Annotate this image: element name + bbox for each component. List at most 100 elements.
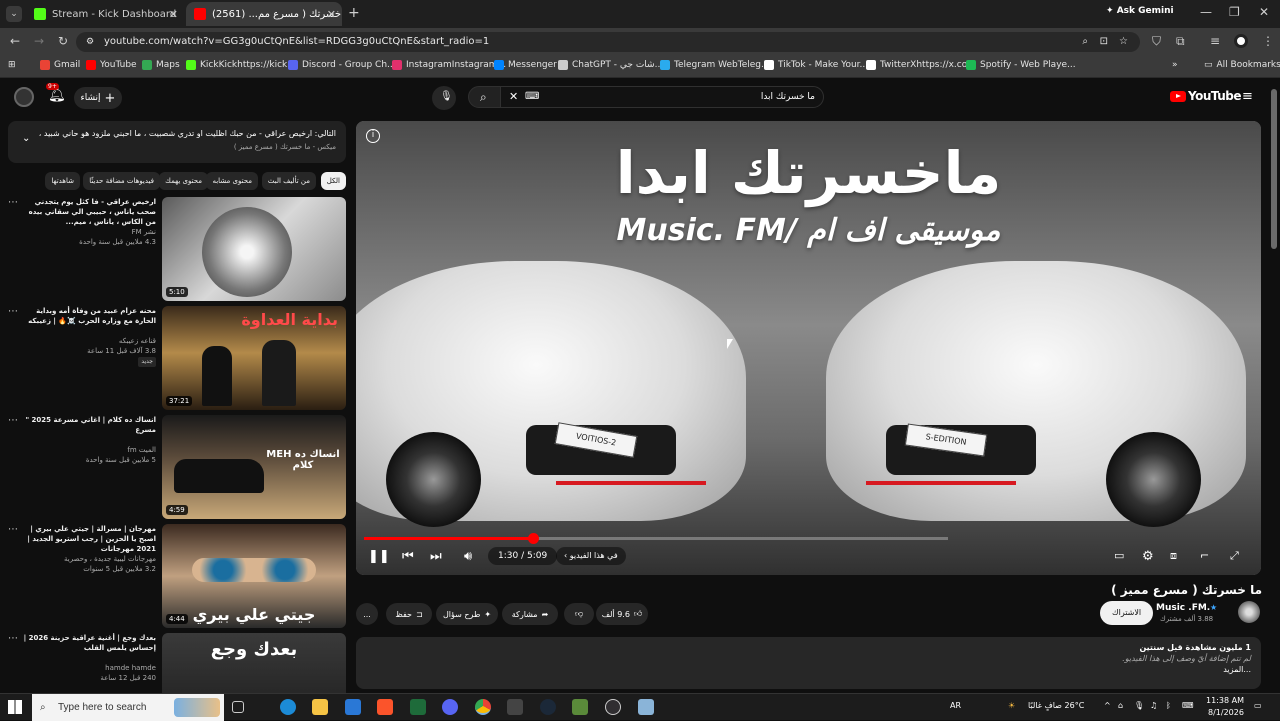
forward-icon[interactable]: →: [34, 35, 44, 47]
clock-date[interactable]: 8/1/2026: [1208, 708, 1244, 717]
video-thumbnail[interactable]: بعدك وجع: [162, 633, 346, 693]
bookmarks-overflow-icon[interactable]: »: [1172, 60, 1178, 70]
clear-search-icon[interactable]: ✕: [509, 87, 518, 107]
previous-icon[interactable]: ⏮︎: [402, 549, 414, 564]
account-avatar[interactable]: [14, 87, 34, 107]
more-options-icon[interactable]: ⋯: [8, 524, 18, 535]
progress-bar[interactable]: [364, 533, 948, 544]
minimize-button[interactable]: —: [1200, 6, 1212, 18]
bookmark-chatgpt[interactable]: ChatGPT - شات جي...: [558, 60, 663, 70]
tray-chevron-icon[interactable]: ^: [1104, 701, 1111, 710]
more-options-icon[interactable]: ⋯: [8, 306, 18, 317]
headset-icon[interactable]: ♫: [1150, 701, 1157, 710]
weather-icon[interactable]: ☀: [1008, 701, 1015, 710]
app-icon[interactable]: [410, 699, 426, 715]
like-button[interactable]: 👍︎ 9.6 ألف: [596, 603, 648, 625]
bookmark-messenger[interactable]: Messenger: [494, 60, 557, 70]
up-next-panel[interactable]: التالي: ارخيص عراقي - من حبك اظليت او تد…: [8, 121, 346, 163]
search-input[interactable]: ما خسرتك ابدا ✕ ⌨: [500, 86, 824, 108]
description-box[interactable]: 1 مليون مشاهدة قبل سنتين لم تتم إضافة أي…: [356, 637, 1261, 689]
video-thumbnail[interactable]: MEH انساك ده كلام 4:59: [162, 415, 346, 519]
voice-search-button[interactable]: 🎙︎: [432, 86, 456, 110]
chip-from-series[interactable]: من تأليف البث: [261, 172, 316, 190]
hamburger-menu-icon[interactable]: ≡: [1242, 89, 1253, 104]
page-scrollbar[interactable]: [1268, 79, 1280, 693]
close-tab-icon[interactable]: ✕: [169, 8, 178, 21]
all-bookmarks-button[interactable]: ▭ All Bookmarks: [1204, 60, 1280, 70]
subscribe-button[interactable]: الاشتراك: [1100, 601, 1154, 625]
discord-icon[interactable]: [442, 699, 458, 715]
browser-menu-icon[interactable]: ⋮: [1262, 35, 1274, 47]
keyboard-icon[interactable]: ⌨: [525, 87, 539, 107]
tab-search-icon[interactable]: ⌄: [6, 6, 22, 22]
recommendation-item[interactable]: 5:10 ارخيص عراقي - فا كثل يوم يتجدني صحب…: [8, 197, 346, 301]
recommendation-item[interactable]: MEH انساك ده كلام 4:59 انساك ده كلام | ا…: [8, 415, 346, 519]
more-actions-button[interactable]: ...: [356, 603, 378, 625]
start-button[interactable]: [8, 700, 22, 714]
info-icon[interactable]: i: [366, 129, 380, 143]
extensions-icon[interactable]: ⧉: [1176, 35, 1185, 47]
create-button[interactable]: إنشاء +: [74, 87, 122, 109]
chip-watched[interactable]: شاهدتها: [45, 172, 80, 190]
chapter-button[interactable]: في هذا الفيديو ›: [556, 547, 626, 565]
app-icon[interactable]: [507, 699, 523, 715]
notification-center-icon[interactable]: ▭: [1254, 701, 1262, 710]
share-button[interactable]: ➦ مشاركة: [502, 603, 558, 625]
dislike-button[interactable]: 👎︎: [564, 603, 594, 625]
bookmark-telegram[interactable]: Telegram WebTeleg...: [660, 60, 770, 70]
more-options-icon[interactable]: ⋯: [8, 633, 18, 644]
cast-icon[interactable]: ⌐: [1200, 549, 1209, 562]
scrollbar-thumb[interactable]: [1271, 89, 1277, 249]
more-options-icon[interactable]: ⋯: [8, 415, 18, 426]
volume-icon[interactable]: 🔊︎: [464, 549, 472, 564]
bookmark-tiktok[interactable]: TikTok - Make Your...: [764, 60, 868, 70]
bookmark-youtube[interactable]: YouTube: [86, 60, 137, 70]
network-icon[interactable]: ⌂: [1118, 701, 1123, 710]
miniplayer-icon[interactable]: ⧈: [1170, 549, 1177, 563]
reload-icon[interactable]: ↻: [58, 35, 68, 47]
bookmark-maps[interactable]: Maps: [142, 60, 180, 70]
youtube-logo[interactable]: YouTube: [1170, 89, 1242, 103]
video-player[interactable]: VOITIOS-2 S-EDITION ماخسرتك ابدا Music. …: [356, 121, 1261, 575]
subtitles-icon[interactable]: ▭: [1114, 549, 1124, 562]
url-field[interactable]: ⚙ youtube.com/watch?v=GG3g0uCtQnE&list=R…: [76, 32, 1140, 52]
new-tab-button[interactable]: +: [348, 6, 360, 20]
ask-button[interactable]: ✦ طرح سؤال: [436, 603, 498, 625]
video-thumbnail[interactable]: بداية العداوة 37:21: [162, 306, 346, 410]
zoom-icon[interactable]: ⌕: [1082, 32, 1088, 52]
close-window-button[interactable]: ✕: [1259, 6, 1269, 18]
language-indicator[interactable]: AR: [950, 701, 961, 710]
bookmark-instagram[interactable]: InstagramInstagram...: [392, 60, 506, 70]
next-icon[interactable]: ⏭︎: [430, 549, 442, 564]
bookmark-discord[interactable]: Discord - Group Ch...: [288, 60, 396, 70]
bookmark-gmail[interactable]: Gmail: [40, 60, 80, 70]
install-icon[interactable]: ⊡: [1100, 32, 1108, 52]
more-options-icon[interactable]: ⋯: [8, 197, 18, 208]
tab-youtube[interactable]: ما خسرتك ( مسرع مم... (2561) ✕: [186, 2, 342, 26]
show-more-link[interactable]: ...المزيد: [366, 665, 1251, 674]
bookmark-spotify[interactable]: Spotify - Web Playe...: [966, 60, 1076, 70]
fullscreen-icon[interactable]: ⤢: [1230, 549, 1239, 563]
video-thumbnail[interactable]: جيتي علي بيري 4:44: [162, 524, 346, 628]
keyboard-icon[interactable]: ⌨: [1182, 701, 1194, 710]
extension-shield-icon[interactable]: ⛉: [1152, 35, 1161, 47]
bookmark-star-icon[interactable]: ☆: [1119, 32, 1128, 52]
pause-icon[interactable]: ❚❚: [368, 549, 390, 564]
channel-name[interactable]: Music .FM.: [1156, 603, 1210, 613]
chrome-icon[interactable]: [475, 699, 491, 715]
app-icon[interactable]: [638, 699, 654, 715]
mail-icon[interactable]: [345, 699, 361, 715]
weather-text[interactable]: 26°C صافٍ غالبًا: [1028, 701, 1084, 710]
chip-similar[interactable]: محتوى مشابه: [206, 172, 258, 190]
bookmark-kick[interactable]: KickKickhttps://kick...: [186, 60, 296, 70]
minecraft-icon[interactable]: [572, 699, 588, 715]
chip-for-you[interactable]: محتوى يهمك: [159, 172, 208, 190]
recommendation-item[interactable]: جيتي علي بيري 4:44 مهرجان | مسرالة | جيت…: [8, 524, 346, 628]
brave-icon[interactable]: [377, 699, 393, 715]
video-thumbnail[interactable]: 5:10: [162, 197, 346, 301]
file-explorer-icon[interactable]: [312, 699, 328, 715]
chip-all[interactable]: الكل: [320, 172, 346, 190]
recommendation-item[interactable]: بعدك وجع بعدك وجع | أغنية عراقية حزينة 2…: [8, 633, 346, 693]
chevron-down-icon[interactable]: ⌄: [22, 133, 30, 144]
taskbar-search-input[interactable]: ⌕ Type here to search: [32, 694, 224, 721]
